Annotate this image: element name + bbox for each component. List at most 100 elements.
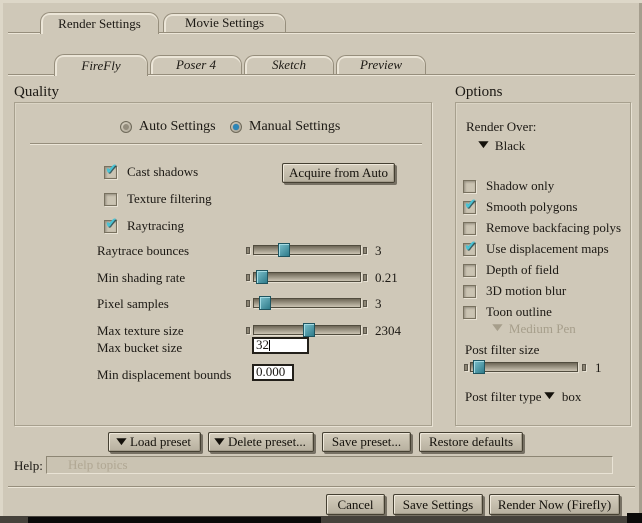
slider-min-nub[interactable] [246, 247, 250, 254]
motion-blur-checkbox[interactable]: ✔ 3D motion blur [463, 283, 566, 299]
toon-outline-checkbox[interactable]: ✔ Toon outline [463, 304, 552, 320]
auto-settings-radio[interactable]: Auto Settings [120, 119, 216, 135]
checkbox-icon: ✔ [104, 192, 117, 206]
slider-min-nub[interactable] [246, 327, 250, 334]
acquire-from-auto-button[interactable]: Acquire from Auto [282, 163, 395, 183]
input-value: 32 [256, 337, 269, 352]
checkbox-label: Smooth polygons [486, 199, 578, 214]
slider-track[interactable] [253, 323, 361, 337]
load-preset-button[interactable]: ▼ Load preset [108, 432, 201, 452]
slider-max-nub[interactable] [363, 274, 367, 281]
options-heading: Options [455, 84, 503, 100]
slider-handle[interactable] [302, 323, 315, 337]
button-label: Save preset... [331, 434, 402, 449]
manual-settings-radio[interactable]: Manual Settings [230, 119, 340, 135]
radio-label: Auto Settings [139, 119, 216, 134]
tab-label: Sketch [272, 57, 306, 72]
button-label: Render Now (Firefly) [497, 496, 612, 512]
delete-preset-button[interactable]: ▼ Delete preset... [208, 432, 314, 452]
render-settings-dialog: Render Settings Movie Settings FireFly P… [0, 0, 642, 523]
slider-value: 0.21 [375, 270, 398, 285]
post-filter-type-dropdown[interactable]: ▼ box [544, 389, 581, 404]
raytracing-checkbox[interactable]: ✔ Raytracing [104, 213, 184, 234]
min-displacement-bounds-input[interactable]: 0.000 [252, 364, 294, 381]
chevron-down-icon: ▼ [214, 436, 225, 447]
chevron-down-icon: ▼ [544, 391, 555, 401]
tab-firefly[interactable]: FireFly [54, 54, 148, 76]
depth-of-field-checkbox[interactable]: ✔ Depth of field [463, 262, 559, 278]
radio-icon [120, 121, 132, 133]
footer-divider [8, 486, 635, 488]
slider-track[interactable] [470, 360, 578, 374]
slider-min-nub[interactable] [464, 364, 468, 371]
checkbox-icon: ✔ [463, 305, 476, 319]
render-over-dropdown[interactable]: ▼ Black [478, 138, 525, 153]
slider-handle[interactable] [256, 270, 269, 284]
texture-filtering-checkbox[interactable]: ✔ Texture filtering [104, 191, 212, 207]
post-filter-size-slider-row: 1 [463, 360, 623, 375]
checkbox-label: Remove backfacing polys [486, 220, 622, 235]
save-preset-button[interactable]: Save preset... [322, 432, 411, 452]
restore-defaults-button[interactable]: Restore defaults [419, 432, 523, 452]
cast-shadows-checkbox[interactable]: ✔ Cast shadows [104, 159, 199, 180]
checkbox-label: Cast shadows [127, 164, 199, 179]
smooth-polygons-checkbox[interactable]: ✔ Smooth polygons [463, 194, 578, 215]
save-settings-button[interactable]: Save Settings [393, 494, 483, 515]
slider-max-nub[interactable] [363, 300, 367, 307]
dropdown-value: Medium Pen [508, 321, 576, 336]
button-label: Restore defaults [428, 434, 514, 449]
button-label: Load preset [129, 434, 191, 449]
slider-handle[interactable] [278, 243, 291, 257]
remove-backfacing-polys-checkbox[interactable]: ✔ Remove backfacing polys [463, 220, 621, 236]
slider-max-nub[interactable] [582, 364, 586, 371]
shadow-only-checkbox[interactable]: ✔ Shadow only [463, 178, 554, 194]
render-over-label: Render Over: [466, 119, 537, 134]
slider-min-nub[interactable] [246, 274, 250, 281]
chevron-down-icon: ▼ [478, 140, 489, 150]
slider-label: Pixel samples [97, 296, 169, 311]
post-filter-type-label: Post filter type [465, 389, 542, 404]
use-displacement-maps-checkbox[interactable]: ✔ Use displacement maps [463, 236, 609, 257]
tab-movie-settings[interactable]: Movie Settings [163, 13, 286, 32]
cancel-button[interactable]: Cancel [326, 494, 385, 515]
toon-pen-dropdown: ▼ Medium Pen [492, 321, 576, 336]
slider-min-nub[interactable] [246, 300, 250, 307]
slider-track[interactable] [253, 270, 361, 284]
slider-track[interactable] [253, 243, 361, 257]
tab-label: FireFly [81, 57, 121, 73]
checkbox-icon: ✔ [463, 236, 477, 256]
post-filter-size-label: Post filter size [465, 342, 540, 357]
quality-divider [30, 143, 422, 145]
slider-max-nub[interactable] [363, 247, 367, 254]
checkbox-label: Toon outline [486, 304, 552, 319]
render-now-button[interactable]: Render Now (Firefly) [489, 494, 620, 515]
slider-handle[interactable] [259, 296, 272, 310]
tab-label: Movie Settings [184, 15, 265, 30]
checkbox-icon: ✔ [463, 194, 477, 214]
checkbox-icon: ✔ [104, 159, 118, 179]
slider-value: 1 [595, 360, 602, 375]
tab-sketch[interactable]: Sketch [244, 55, 334, 74]
text-caret [269, 340, 270, 351]
max-texture-size-slider-row: Max texture size 2304 [0, 323, 430, 338]
pixel-samples-slider-row: Pixel samples 3 [0, 296, 430, 311]
slider-max-nub[interactable] [363, 327, 367, 334]
chevron-down-icon: ▼ [116, 436, 127, 447]
checkbox-label: 3D motion blur [486, 283, 567, 298]
tab-poser-4[interactable]: Poser 4 [150, 55, 242, 74]
max-bucket-size-input[interactable]: 32 [252, 337, 309, 354]
checkbox-icon: ✔ [104, 213, 118, 233]
slider-label: Raytrace bounces [97, 243, 190, 258]
slider-handle[interactable] [473, 360, 486, 374]
checkbox-icon: ✔ [463, 284, 476, 298]
slider-label: Min shading rate [97, 270, 186, 285]
radio-icon [230, 121, 242, 133]
button-label: Cancel [337, 496, 374, 512]
checkbox-label: Depth of field [486, 262, 559, 277]
tab-preview[interactable]: Preview [336, 55, 426, 74]
slider-track[interactable] [253, 296, 361, 310]
checkbox-label: Texture filtering [127, 191, 212, 206]
help-label: Help: [14, 458, 43, 473]
help-topics-field[interactable]: Help topics [46, 456, 613, 474]
tab-render-settings[interactable]: Render Settings [40, 12, 159, 34]
